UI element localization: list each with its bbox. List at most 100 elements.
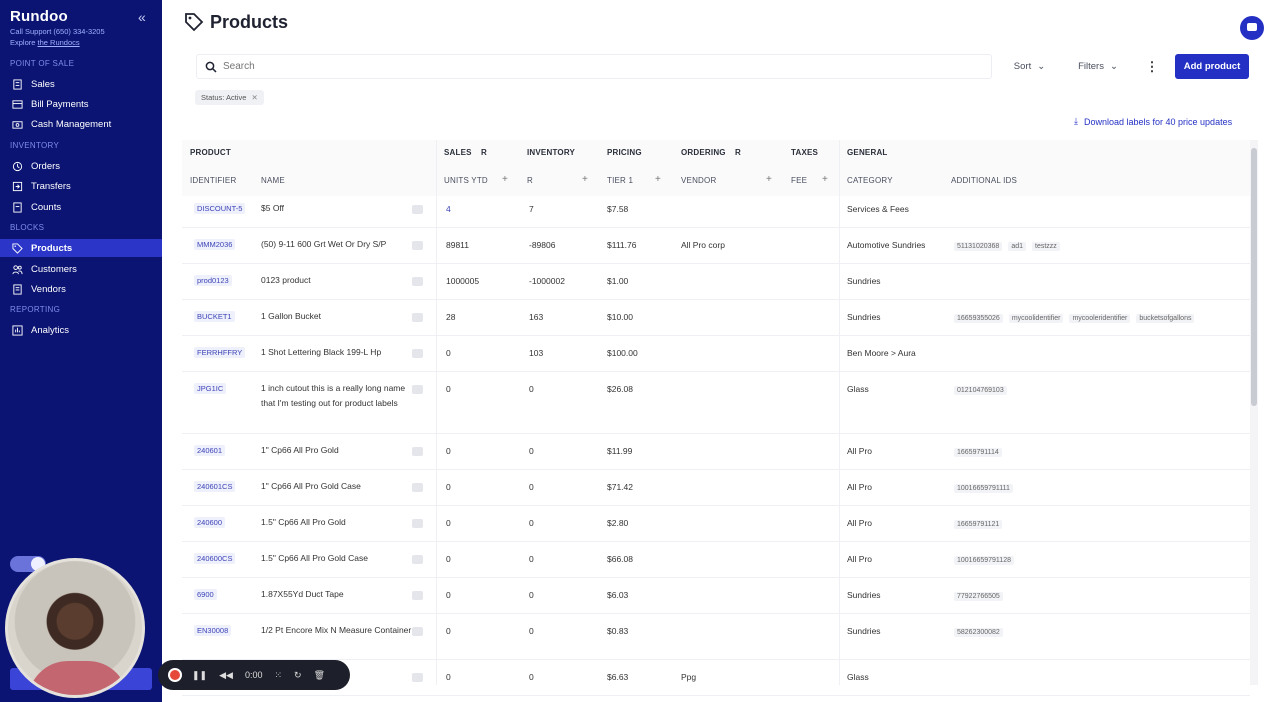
sidebar-item-counts[interactable]: Counts xyxy=(0,198,162,216)
record-stop-button[interactable] xyxy=(168,668,182,682)
table-row[interactable]: 6900 1.87X55Yd Duct Tape 0 0 $6.03 Sundries 77… xyxy=(182,578,1250,614)
col-identifier[interactable]: IDENTIFIER xyxy=(190,176,236,185)
inventory-value: 103 xyxy=(529,348,544,358)
lock-icon xyxy=(412,483,423,492)
product-identifier[interactable]: JPG1IC xyxy=(194,383,227,394)
orders-icon xyxy=(12,161,23,171)
table-row[interactable]: 240601CS 1" Cp66 All Pro Gold Case 0 0 $71.4… xyxy=(182,470,1250,506)
sidebar-item-customers[interactable]: Customers xyxy=(0,260,162,278)
support-info: Call Support (650) 334-3205 Explore the … xyxy=(10,26,105,48)
product-identifier[interactable]: BUCKET1 xyxy=(194,311,235,322)
units-ytd: 1000005 xyxy=(446,276,480,286)
more-options-icon[interactable]: ⋮ xyxy=(1140,54,1164,79)
close-icon[interactable]: ✕ xyxy=(251,93,257,102)
additional-id-tag: 10016659791128 xyxy=(954,556,1014,565)
product-identifier[interactable]: 240601CS xyxy=(194,481,236,492)
collapse-sidebar-icon[interactable]: « xyxy=(138,9,146,25)
lock-icon xyxy=(412,519,423,528)
col-inventory-r[interactable]: R xyxy=(527,176,533,185)
sidebar-item-products[interactable]: Products xyxy=(0,239,162,257)
additional-ids: 10016659791128 xyxy=(954,554,1020,565)
add-column-icon[interactable]: + xyxy=(582,174,588,185)
add-column-icon[interactable]: + xyxy=(822,174,828,185)
additional-id-tag: bucketsofgallons xyxy=(1136,314,1195,323)
main-content: Products Sort ⌄ Filters ⌄ ⋮ Add product St… xyxy=(162,0,1280,702)
grid-icon[interactable]: ⁙ xyxy=(274,670,282,681)
units-ytd: 0 xyxy=(446,348,451,358)
status-filter-chip[interactable]: Status: Active ✕ xyxy=(195,90,264,105)
chat-icon[interactable] xyxy=(1240,16,1264,40)
product-identifier[interactable]: 240600CS xyxy=(194,553,236,564)
tier1-price: $10.00 xyxy=(607,312,633,322)
col-name[interactable]: NAME xyxy=(261,176,285,185)
table-row[interactable]: BUCKET1 1 Gallon Bucket 28 163 $10.00 Sundrie… xyxy=(182,300,1250,336)
sort-button[interactable]: Sort ⌄ xyxy=(1002,54,1057,79)
search-input[interactable] xyxy=(223,61,923,72)
table-row[interactable]: DISCOUNT-5 $5 Off 4 7 $7.58 Services & Fees xyxy=(182,192,1250,228)
col-tier1[interactable]: TIER 1 xyxy=(607,176,633,185)
table-row[interactable]: 240601 1" Cp66 All Pro Gold 0 0 $11.99 All Pr… xyxy=(182,434,1250,470)
additional-id-tag: 012104769103 xyxy=(954,386,1007,395)
product-name: 0123 product xyxy=(261,275,311,285)
lock-icon xyxy=(412,241,423,250)
sidebar-item-sales[interactable]: Sales xyxy=(0,75,162,93)
add-column-icon[interactable]: + xyxy=(502,174,508,185)
filters-button[interactable]: Filters ⌄ xyxy=(1066,54,1130,79)
table-row[interactable]: MMM2036 (50) 9-11 600 Grt Wet Or Dry S/P 8… xyxy=(182,228,1250,264)
table-row[interactable]: EN30008 1/2 Pt Encore Mix N Measure Conta… xyxy=(182,614,1250,660)
category-value: All Pro xyxy=(847,482,873,492)
product-identifier[interactable]: MMM2036 xyxy=(194,239,236,250)
col-category[interactable]: CATEGORY xyxy=(847,176,893,185)
transfer-icon xyxy=(12,181,23,191)
rundocs-link[interactable]: the Rundocs xyxy=(38,38,80,47)
add-column-icon[interactable]: + xyxy=(766,174,772,185)
sidebar-item-orders[interactable]: Orders xyxy=(0,157,162,175)
sidebar-item-transfers[interactable]: Transfers xyxy=(0,177,162,195)
sidebar-item-vendors[interactable]: Vendors xyxy=(0,280,162,298)
col-additional-ids[interactable]: ADDITIONAL IDS xyxy=(951,176,1017,185)
units-ytd: 28 xyxy=(446,312,456,322)
product-identifier[interactable]: DISCOUNT-5 xyxy=(194,203,246,214)
product-identifier[interactable]: 240600 xyxy=(194,517,226,528)
sidebar-item-analytics[interactable]: Analytics xyxy=(0,321,162,339)
download-labels-link[interactable]: ⤓ Download labels for 40 price updates xyxy=(1074,116,1232,127)
product-identifier[interactable]: EN30008 xyxy=(194,625,232,636)
analytics-icon xyxy=(12,324,23,336)
trash-icon[interactable]: 🗑 xyxy=(314,670,325,681)
sidebar-item-label: Cash Management xyxy=(31,118,112,130)
add-column-icon[interactable]: + xyxy=(655,174,661,185)
sidebar-item-label: Products xyxy=(31,242,73,254)
col-fee[interactable]: FEE xyxy=(791,176,807,185)
table-row[interactable]: prod0123 0123 product 1000005 -1000002 $1.00… xyxy=(182,264,1250,300)
product-identifier[interactable]: FERRHFFRY xyxy=(194,347,246,358)
sidebar-item-cash-management[interactable]: Cash Management xyxy=(0,115,162,133)
sales-r-mark: R xyxy=(481,148,487,157)
rewind-icon[interactable]: ◀◀ xyxy=(219,670,233,681)
table-row[interactable]: FERRHFFRY 1 Shot Lettering Black 199-L Hp… xyxy=(182,336,1250,372)
tier1-price: $100.00 xyxy=(607,348,638,358)
support-phone[interactable]: Call Support (650) 334-3205 xyxy=(10,26,105,37)
pause-icon[interactable]: ❚❚ xyxy=(192,670,207,681)
scrollbar-thumb[interactable] xyxy=(1251,148,1257,406)
lock-icon xyxy=(412,447,423,456)
table-row[interactable]: 240600CS 1.5" Cp66 All Pro Gold Case 0 0 $66… xyxy=(182,542,1250,578)
search-bar[interactable] xyxy=(196,54,992,79)
col-units-ytd[interactable]: UNITS YTD xyxy=(444,176,488,185)
product-name: 1 Shot Lettering Black 199-L Hp xyxy=(261,347,382,357)
product-identifier[interactable]: 240601 xyxy=(194,445,226,456)
group-pricing: PRICING xyxy=(607,148,642,157)
add-product-button[interactable]: Add product xyxy=(1175,54,1249,79)
table-row[interactable]: JPG1IC 1 inch cutout this is a really lon… xyxy=(182,372,1250,434)
restart-icon[interactable]: ↻ xyxy=(294,670,302,681)
product-identifier[interactable]: prod0123 xyxy=(194,275,232,286)
col-vendor[interactable]: VENDOR xyxy=(681,176,716,185)
lock-icon xyxy=(412,385,423,394)
inventory-value: 0 xyxy=(529,446,534,456)
filters-label: Filters xyxy=(1078,61,1104,72)
additional-ids: 10016659791111 xyxy=(954,482,1019,493)
table-row[interactable]: 240600 1.5" Cp66 All Pro Gold 0 0 $2.80 All P… xyxy=(182,506,1250,542)
sidebar-item-bill-payments[interactable]: Bill Payments xyxy=(0,95,162,113)
additional-id-tag: 10016659791111 xyxy=(954,484,1013,493)
category-value: Sundries xyxy=(847,590,881,600)
product-identifier[interactable]: 6900 xyxy=(194,589,217,600)
